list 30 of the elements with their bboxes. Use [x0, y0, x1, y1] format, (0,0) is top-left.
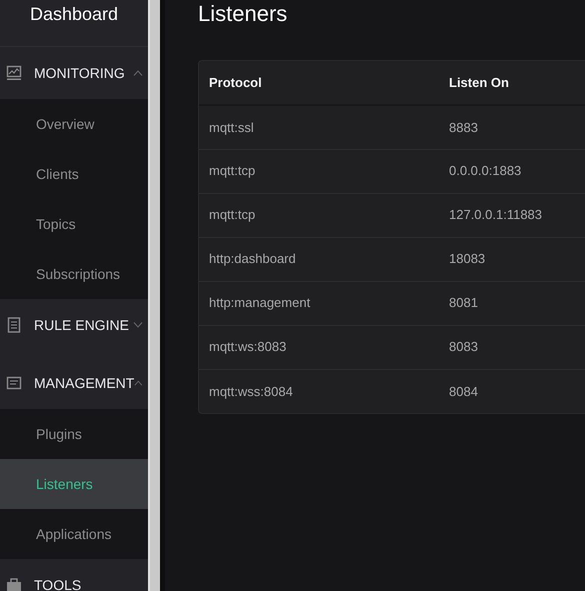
column-header: Listen On [439, 61, 585, 105]
table-cell: 8883 [439, 105, 585, 149]
sidebar-item[interactable]: Applications [0, 509, 148, 559]
sidebar-item[interactable]: Subscriptions [0, 249, 148, 299]
table-cell: http:management [199, 281, 439, 325]
sidebar-item[interactable]: Topics [0, 199, 148, 249]
panel-icon [6, 375, 22, 391]
table-cell: 18083 [439, 237, 585, 281]
scrollbar[interactable] [148, 0, 160, 591]
sidebar-item[interactable]: Listeners [0, 459, 148, 509]
table-cell: mqtt:ssl [199, 105, 439, 149]
toolbox-icon [6, 577, 22, 591]
table-cell: 8081 [439, 281, 585, 325]
table-cell: mqtt:wss:8084 [199, 369, 439, 413]
table-cell: 8084 [439, 369, 585, 413]
sidebar-item[interactable]: Plugins [0, 409, 148, 459]
table-cell: mqtt:tcp [199, 193, 439, 237]
document-icon [6, 317, 22, 333]
table-cell: http:dashboard [199, 237, 439, 281]
sidebar-item[interactable]: Overview [0, 99, 148, 149]
table-cell: mqtt:tcp [199, 149, 439, 193]
table-cell: 127.0.0.1:11883 [439, 193, 585, 237]
table-cell: 8083 [439, 325, 585, 369]
column-header: Protocol [199, 61, 439, 105]
sidebar-item[interactable]: Clients [0, 149, 148, 199]
table-cell: mqtt:ws:8083 [199, 325, 439, 369]
brand-title: Dashboard [30, 3, 118, 25]
monitor-icon [6, 65, 22, 81]
page-title: Listeners [198, 0, 288, 28]
table-cell: 0.0.0.0:1883 [439, 149, 585, 193]
